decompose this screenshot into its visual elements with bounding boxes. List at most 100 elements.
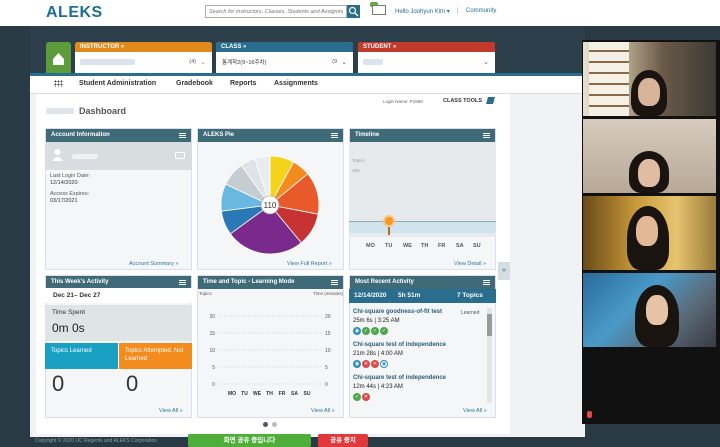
aleks-pie-chart[interactable]: 110 [218,153,322,257]
instructor-count: (4) [189,59,196,65]
recent-view-all-link[interactable]: View All » [463,408,487,414]
expires-label: Access Expires: [50,191,90,197]
grid-menu-icon[interactable] [54,80,63,87]
video-tile[interactable] [583,196,716,270]
view-detail-link[interactable]: View Detail » [454,261,486,267]
instructor-selector[interactable]: INSTRUCTOR » (4) ⌄ [75,42,212,73]
panel-menu-icon[interactable] [483,280,490,285]
community-link[interactable]: Community [466,8,496,14]
pie-center-label: 110 [264,201,277,210]
timeline-y-top: 100 [352,168,360,173]
panel-title: Timeline [355,132,380,138]
panel-title: ALEKS Pie [203,132,235,138]
x-icon: ✕ [371,360,379,368]
explanation-icon: ◉ [380,360,388,368]
nav-assignments[interactable]: Assignments [274,80,318,87]
participant-face [638,78,660,106]
panel-title: Account Information [51,132,110,138]
muted-mic-icon [587,411,592,418]
top-bar [0,0,720,26]
video-tile[interactable] [583,119,716,193]
video-tile[interactable] [583,273,716,347]
home-button[interactable] [46,42,71,73]
instructor-label: INSTRUCTOR » [75,42,212,52]
panel-menu-icon[interactable] [483,133,490,138]
bookshelf-bg [589,42,629,116]
student-name-blurred [363,59,383,65]
pager-dot[interactable] [272,422,277,427]
video-tile[interactable] [583,42,716,116]
panel-menu-icon[interactable] [179,133,186,138]
aleks-logo[interactable]: ALEKS [46,4,103,22]
chevron-down-icon: ⌄ [200,59,206,66]
nav-student-administration[interactable]: Student Administration [79,80,156,87]
id-card-icon[interactable] [175,152,185,159]
explanation-icon: ◉ [353,327,361,335]
expand-panel-tab[interactable]: » [498,262,510,280]
day-tick-label: SU [304,391,311,397]
timeline-day: WE [403,243,412,249]
header-separator: | [457,8,459,14]
participant-face [638,159,660,187]
nav-gradebook[interactable]: Gradebook [176,80,213,87]
home-icon [53,53,64,65]
activity-topic-link[interactable]: Chi-square goodness-of-fit test [353,309,442,315]
mail-icon[interactable] [372,5,386,15]
day-tick-label: TU [241,391,248,397]
week-view-all-link[interactable]: View All » [159,408,183,414]
day-tick-label: FR [279,391,286,397]
screen-sharing-banner: 화면 공유 중입니다 [188,434,311,447]
participant-face [646,295,668,325]
class-tools-button[interactable]: CLASS TOOLS [443,98,482,104]
activity-result-icons: ✓ ✕ [353,393,371,401]
view-full-report-link[interactable]: View Full Report » [287,261,332,267]
recent-summary-bar: 12/14/2020 5h 51m 7 Topics [349,289,496,303]
axis-tick-label: 20 [325,314,331,320]
timeline-band [349,221,496,233]
participant-face [636,216,658,246]
user-icon [52,149,63,161]
search-button[interactable] [347,5,360,18]
instructor-name-blurred [80,59,135,65]
axis-tick-label: 10 [325,348,331,354]
last-login-value: 12/14/2020 [50,180,78,186]
axis-tick-label: 0 [325,382,328,388]
activity-topic-link[interactable]: Chi-square test of independence [353,375,446,381]
nav-reports[interactable]: Reports [230,80,256,87]
timeline-current-marker[interactable] [383,215,395,227]
class-selector[interactable]: CLASS » 통계학2(9~16주차) (9 ⌄ [216,42,353,73]
panel-menu-icon[interactable] [179,280,186,285]
timeline-day: TU [385,243,393,249]
activity-topic-link[interactable]: Chi-square test of independence [353,342,446,348]
topics-learned-label: Topics Learned [45,343,118,369]
week-range: Dec 21– Dec 27 [45,288,192,303]
day-tick-label: SA [291,391,298,397]
student-selector[interactable]: STUDENT » ⌄ [358,42,495,73]
timeline-baseline [349,221,496,222]
time-topic-view-all-link[interactable]: View All » [311,408,335,414]
time-spent-value: 0m 0s [52,321,85,335]
copyright: Copyright © 2020 UC Regents and ALEKS Co… [35,438,158,444]
stop-sharing-button[interactable]: 공유 중지 [318,434,368,447]
axis-tick-label: 10 [209,348,215,354]
panel-menu-icon[interactable] [331,280,338,285]
axis-tick-label: 0 [212,382,215,388]
user-menu[interactable]: Hello Joohyun Kim ▾ [395,8,450,15]
learned-header: Learned [461,310,480,316]
panel-menu-icon[interactable] [331,133,338,138]
recent-scroll-thumb[interactable] [487,314,492,336]
timeline-day: SU [473,243,481,249]
pager-dot-active[interactable] [263,422,268,427]
class-count: (9 [332,59,337,65]
account-name-blurred [72,154,98,159]
class-label: CLASS » [216,42,353,52]
timeline-day: SA [456,243,464,249]
chevron-down-icon: ⌄ [483,59,489,66]
timeline-day: TH [421,243,429,249]
page-title: Dashboard [79,106,127,116]
account-summary-link[interactable]: Account Summary » [129,261,179,267]
day-tick-label: WE [253,391,262,397]
search-input[interactable] [205,5,347,18]
last-login-label: Last Login Date: [50,173,91,179]
activity-time: 25m 6s | 3:25 AM [353,318,400,324]
